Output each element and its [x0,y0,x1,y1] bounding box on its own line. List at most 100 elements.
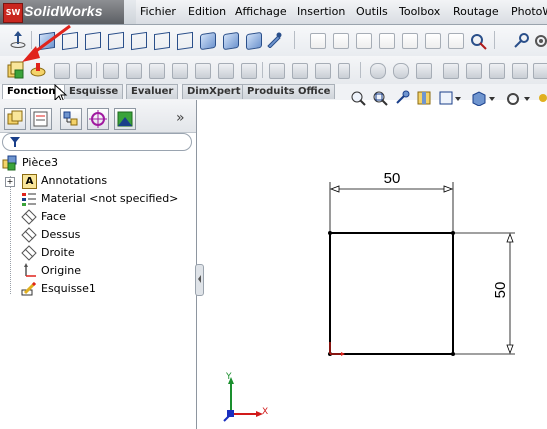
section-view-icon[interactable] [416,90,432,106]
view-bottom-icon[interactable] [154,31,170,51]
swept-cut-icon[interactable] [149,63,165,79]
display-manager-tab[interactable] [114,108,136,130]
revolved-cut-icon[interactable] [126,63,142,79]
tree-item-annotations[interactable]: Annotations [41,172,107,190]
tree-item-origine[interactable]: Origine [41,262,81,280]
view-left-icon[interactable] [85,31,101,51]
geometric-tolerance-icon[interactable] [448,33,464,49]
tree-root-part[interactable]: Pièce3 [22,154,58,172]
dimxpert-target-icon [89,110,107,128]
weldments-icon[interactable] [512,63,528,79]
tab-dimxpert[interactable]: DimXpert [182,84,246,99]
lofted-boss-icon[interactable] [76,63,92,79]
tab-evaluer[interactable]: Evaluer [126,84,179,99]
curves-icon[interactable] [393,63,409,79]
menu-fichier[interactable]: Fichier [140,5,176,18]
view-right-icon[interactable] [108,31,124,51]
hole-wizard-icon[interactable] [315,63,331,79]
sketch-vertex-top-left[interactable] [328,231,332,235]
property-manager-icon [33,111,48,127]
logo-dropdown[interactable] [124,0,136,24]
zoom-to-fit-icon[interactable] [350,90,366,106]
edit-appearance-icon[interactable] [536,90,547,106]
sketch-icon [21,281,37,296]
pattern-dropdown-icon[interactable] [338,63,350,79]
instant3d-icon[interactable] [416,63,432,79]
balloon-icon[interactable] [356,33,372,49]
menu-outils[interactable]: Outils [356,5,388,18]
view-orientation-icon[interactable] [438,90,462,106]
display-manager-icon [117,111,133,127]
plane-icon [21,245,37,261]
expand-annotations-toggle[interactable]: + [5,177,15,187]
configuration-manager-tab[interactable] [60,108,82,130]
graphics-area[interactable] [200,110,547,429]
tree-item-face-plane[interactable]: Face [41,208,66,226]
view-selector-icon[interactable] [266,32,282,48]
hide-show-items-icon[interactable] [504,90,532,106]
lofted-cut-icon[interactable] [172,63,188,79]
tree-item-material[interactable]: Material <not specified> [41,190,178,208]
plane-icon [21,227,37,243]
property-manager-tab[interactable] [30,108,52,130]
horizontal-dimension[interactable] [329,182,454,233]
menu-affichage[interactable]: Affichage [235,5,287,18]
triad-x-label: X [262,407,269,417]
reference-geometry-icon[interactable] [370,63,386,79]
app-logo[interactable]: SW SolidWorks [0,0,124,24]
note-icon[interactable] [333,33,349,49]
view-single-icon[interactable] [246,31,262,51]
coordinate-triad-icon [223,377,263,422]
view-dimetric-icon[interactable] [223,31,239,51]
display-style-icon[interactable] [470,90,496,106]
rib-icon[interactable] [241,63,257,79]
menu-edition[interactable]: Edition [188,5,226,18]
tab-produits-office[interactable]: Produits Office [242,84,336,99]
plane-icon [21,209,37,225]
standard-views-toolbar [0,25,547,56]
app-name: SolidWorks [24,3,103,19]
tree-item-dessus-plane[interactable]: Dessus [41,226,80,244]
datum-icon[interactable] [425,33,441,49]
tree-filter-input[interactable] [2,133,192,151]
panel-collapse-button[interactable]: » [176,110,185,126]
gear-icon[interactable] [533,32,547,50]
red-pointer-arrow-icon [22,24,71,62]
shell-icon[interactable] [269,63,285,79]
tab-esquisse[interactable]: Esquisse [64,84,124,99]
menu-routage[interactable]: Routage [453,5,499,18]
magnetic-lines-icon[interactable] [470,32,488,50]
tree-item-droite-plane[interactable]: Droite [41,244,75,262]
extruded-cut-icon[interactable] [103,63,119,79]
view-top-icon[interactable] [131,31,147,51]
mold-tools-icon[interactable] [489,63,505,79]
sketch-origin-icon [329,342,345,356]
menu-toolbox[interactable]: Toolbox [399,5,440,18]
fillet-icon[interactable] [195,63,211,79]
sketch-vertex-top-right[interactable] [451,231,455,235]
sheet-metal-icon[interactable] [443,63,459,79]
surfaces-icon[interactable] [466,63,482,79]
smart-dimension-icon[interactable] [310,33,326,49]
draft-icon[interactable] [292,63,308,79]
view-trimetric-icon[interactable] [200,31,216,51]
solidworks-logo-icon: SW [3,3,23,23]
dimxpert-manager-tab[interactable] [87,108,109,130]
options-tool-icon[interactable] [512,32,530,50]
zoom-to-area-icon[interactable] [372,90,388,106]
tree-item-esquisse1[interactable]: Esquisse1 [41,280,96,298]
surface-finish-icon[interactable] [379,33,395,49]
menu-insertion[interactable]: Insertion [297,5,345,18]
view-isometric-icon[interactable] [177,31,193,51]
dimension-value-vertical[interactable]: 50 [492,275,510,305]
chamfer-icon[interactable] [218,63,234,79]
more-features-icon[interactable] [533,63,547,79]
sketch-square[interactable] [329,232,454,355]
annotations-icon: A [22,174,37,189]
menu-photoworks[interactable]: PhotoW [511,5,547,18]
sketch-vertex-bottom-right[interactable] [451,352,455,356]
previous-view-icon[interactable] [394,90,410,106]
dimension-value-horizontal[interactable]: 50 [372,170,412,187]
weld-symbol-icon[interactable] [402,33,418,49]
feature-manager-tab[interactable] [4,108,26,130]
